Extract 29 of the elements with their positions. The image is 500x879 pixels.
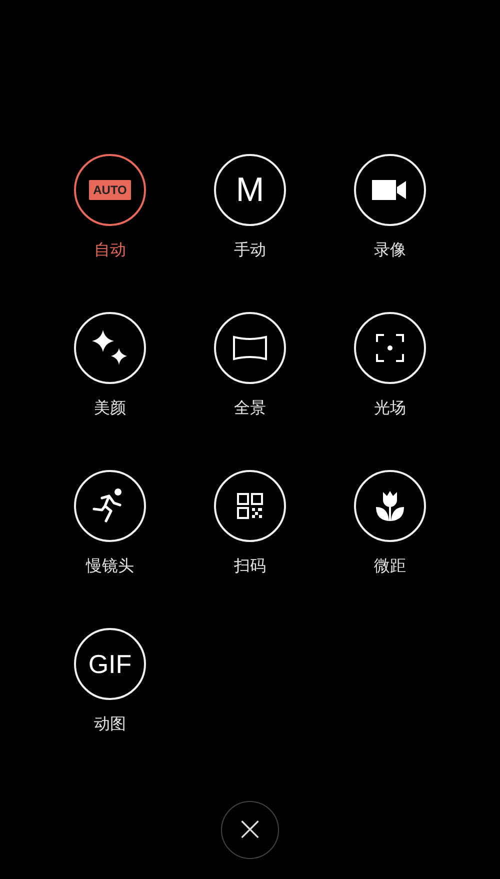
close-button[interactable]: × xyxy=(221,801,279,859)
mode-button[interactable] xyxy=(354,470,426,542)
tulip-icon xyxy=(375,490,405,522)
mode-button[interactable] xyxy=(74,312,146,384)
auto-label: AUTO xyxy=(89,180,131,200)
mode-button[interactable]: GIF xyxy=(74,628,146,700)
mode-label: 美颜 xyxy=(94,398,126,418)
gif-label: GIF xyxy=(88,648,132,680)
mode-label: 录像 xyxy=(374,240,406,260)
mode-button[interactable]: AUTO xyxy=(74,154,146,226)
video-camera-icon xyxy=(372,179,408,201)
focus-frame-icon xyxy=(376,334,404,362)
mode-button[interactable] xyxy=(354,312,426,384)
mode-button[interactable] xyxy=(354,154,426,226)
panorama-icon xyxy=(232,335,268,361)
mode-label: 手动 xyxy=(234,240,266,260)
mode-button[interactable]: M xyxy=(214,154,286,226)
mode-button[interactable] xyxy=(214,470,286,542)
mode-button[interactable] xyxy=(214,312,286,384)
mode-button[interactable] xyxy=(74,470,146,542)
mode-label: 全景 xyxy=(234,398,266,418)
mode-label: 光场 xyxy=(374,398,406,418)
mode-label: 动图 xyxy=(94,714,126,734)
mode-label: 自动 xyxy=(94,240,126,260)
mode-label: 微距 xyxy=(374,556,406,576)
manual-label: M xyxy=(236,170,264,210)
qr-code-icon xyxy=(237,493,263,519)
mode-label: 慢镜头 xyxy=(86,556,134,576)
mode-label: 扫码 xyxy=(234,556,266,576)
